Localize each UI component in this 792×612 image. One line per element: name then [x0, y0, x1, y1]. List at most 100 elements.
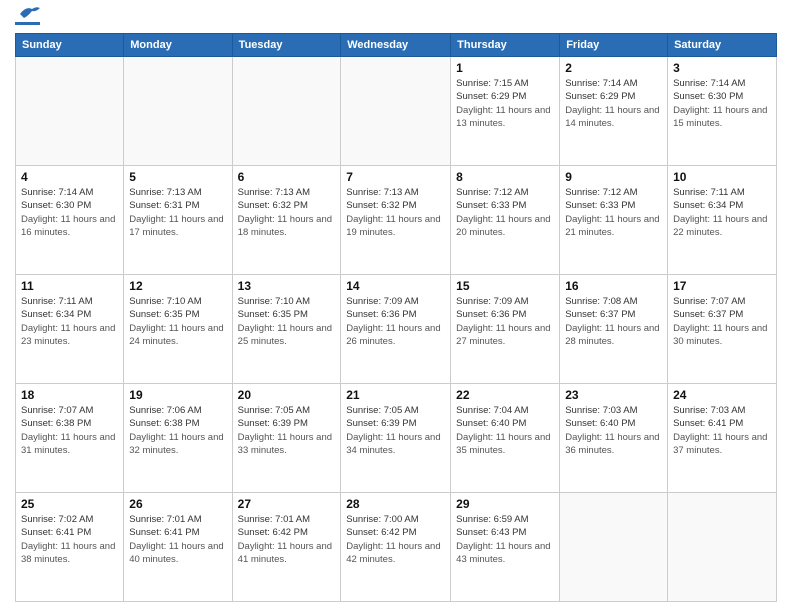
day-info: Sunrise: 7:10 AMSunset: 6:35 PMDaylight:… [238, 295, 336, 348]
daylight-label: Daylight: [346, 432, 383, 443]
sunset-label: Sunset: [456, 309, 488, 320]
day-number: 22 [456, 388, 554, 402]
day-number: 4 [21, 170, 118, 184]
sunrise-label: Sunrise: [456, 514, 491, 525]
calendar-cell: 24 Sunrise: 7:03 AMSunset: 6:41 PMDayligh… [668, 384, 777, 493]
daylight-label: Daylight: [565, 105, 602, 116]
daylight-label: Daylight: [129, 323, 166, 334]
day-info: Sunrise: 7:05 AMSunset: 6:39 PMDaylight:… [346, 404, 445, 457]
sunset-label: Sunset: [673, 91, 705, 102]
calendar-cell: 10Sunrise: 7:11 AMSunset: 6:34 PMDayligh… [668, 166, 777, 275]
column-header-saturday: Saturday [668, 34, 777, 57]
sunrise-label: Sunrise: [346, 296, 381, 307]
sunrise-label: Sunrise: [565, 187, 600, 198]
day-number: 18 [21, 388, 118, 402]
sunrise-label: Sunrise: [346, 187, 381, 198]
sunset-label: Sunset: [129, 527, 161, 538]
daylight-label: Daylight: [456, 541, 493, 552]
day-info: Sunrise: 7:03 AMSunset: 6:41 PMDaylight:… [673, 404, 771, 457]
day-info: Sunrise: 7:01 AMSunset: 6:42 PMDaylight:… [238, 513, 336, 566]
calendar-cell: 17Sunrise: 7:07 AMSunset: 6:37 PMDayligh… [668, 275, 777, 384]
day-info: Sunrise: 7:14 AMSunset: 6:30 PMDaylight:… [673, 77, 771, 130]
calendar-cell: 14Sunrise: 7:09 AMSunset: 6:36 PMDayligh… [341, 275, 451, 384]
day-number: 2 [565, 61, 662, 75]
sunset-label: Sunset: [21, 418, 53, 429]
day-number: 28 [346, 497, 445, 511]
day-info: Sunrise: 6:59 AMSunset: 6:43 PMDaylight:… [456, 513, 554, 566]
calendar-table: SundayMondayTuesdayWednesdayThursdayFrid… [15, 33, 777, 602]
day-info: Sunrise: 7:06 AMSunset: 6:38 PMDaylight:… [129, 404, 226, 457]
sunset-label: Sunset: [456, 527, 488, 538]
calendar-cell: 29Sunrise: 6:59 AMSunset: 6:43 PMDayligh… [451, 493, 560, 602]
daylight-label: Daylight: [238, 432, 275, 443]
day-number: 1 [456, 61, 554, 75]
calendar-cell: 22 Sunrise: 7:04 AMSunset: 6:40 PMDayligh… [451, 384, 560, 493]
sunrise-label: Sunrise: [129, 296, 164, 307]
sunrise-label: Sunrise: [238, 514, 273, 525]
calendar-cell: 28 Sunrise: 7:00 AMSunset: 6:42 PMDayligh… [341, 493, 451, 602]
day-info: Sunrise: 7:09 AMSunset: 6:36 PMDaylight:… [346, 295, 445, 348]
day-info: Sunrise: 7:10 AMSunset: 6:35 PMDaylight:… [129, 295, 226, 348]
daylight-label: Daylight: [673, 214, 710, 225]
day-info: Sunrise: 7:00 AMSunset: 6:42 PMDaylight:… [346, 513, 445, 566]
day-number: 8 [456, 170, 554, 184]
column-header-friday: Friday [560, 34, 668, 57]
sunrise-label: Sunrise: [456, 296, 491, 307]
day-number: 5 [129, 170, 226, 184]
day-info: Sunrise: 7:01 AMSunset: 6:41 PMDaylight:… [129, 513, 226, 566]
day-number: 26 [129, 497, 226, 511]
logo-bird-icon [18, 4, 40, 24]
sunrise-label: Sunrise: [238, 187, 273, 198]
sunset-label: Sunset: [456, 418, 488, 429]
sunset-label: Sunset: [346, 200, 378, 211]
day-number: 20 [238, 388, 336, 402]
daylight-label: Daylight: [673, 105, 710, 116]
day-info: Sunrise: 7:03 AMSunset: 6:40 PMDaylight:… [565, 404, 662, 457]
sunrise-label: Sunrise: [129, 405, 164, 416]
calendar-cell [124, 57, 232, 166]
calendar-cell: 9Sunrise: 7:12 AMSunset: 6:33 PMDaylight… [560, 166, 668, 275]
daylight-label: Daylight: [456, 432, 493, 443]
day-number: 13 [238, 279, 336, 293]
day-number: 12 [129, 279, 226, 293]
sunrise-label: Sunrise: [456, 405, 491, 416]
daylight-label: Daylight: [129, 432, 166, 443]
sunrise-label: Sunrise: [346, 405, 381, 416]
sunset-label: Sunset: [565, 91, 597, 102]
sunset-label: Sunset: [346, 309, 378, 320]
day-info: Sunrise: 7:11 AMSunset: 6:34 PMDaylight:… [21, 295, 118, 348]
daylight-label: Daylight: [346, 214, 383, 225]
day-number: 9 [565, 170, 662, 184]
sunrise-label: Sunrise: [673, 187, 708, 198]
daylight-label: Daylight: [238, 541, 275, 552]
day-number: 3 [673, 61, 771, 75]
calendar-cell: 2Sunrise: 7:14 AMSunset: 6:29 PMDaylight… [560, 57, 668, 166]
sunrise-label: Sunrise: [565, 296, 600, 307]
calendar-cell: 18Sunrise: 7:07 AMSunset: 6:38 PMDayligh… [16, 384, 124, 493]
sunset-label: Sunset: [346, 418, 378, 429]
calendar-week-row: 25Sunrise: 7:02 AMSunset: 6:41 PMDayligh… [16, 493, 777, 602]
column-header-tuesday: Tuesday [232, 34, 341, 57]
sunset-label: Sunset: [673, 309, 705, 320]
day-number: 24 [673, 388, 771, 402]
sunset-label: Sunset: [565, 418, 597, 429]
calendar-header-row: SundayMondayTuesdayWednesdayThursdayFrid… [16, 34, 777, 57]
sunset-label: Sunset: [21, 200, 53, 211]
day-info: Sunrise: 7:04 AMSunset: 6:40 PMDaylight:… [456, 404, 554, 457]
day-info: Sunrise: 7:13 AMSunset: 6:32 PMDaylight:… [238, 186, 336, 239]
sunrise-label: Sunrise: [21, 187, 56, 198]
header [15, 10, 777, 25]
day-info: Sunrise: 7:11 AMSunset: 6:34 PMDaylight:… [673, 186, 771, 239]
daylight-label: Daylight: [238, 214, 275, 225]
sunset-label: Sunset: [21, 309, 53, 320]
sunrise-label: Sunrise: [673, 78, 708, 89]
column-header-monday: Monday [124, 34, 232, 57]
daylight-label: Daylight: [673, 323, 710, 334]
day-number: 6 [238, 170, 336, 184]
calendar-cell: 25Sunrise: 7:02 AMSunset: 6:41 PMDayligh… [16, 493, 124, 602]
calendar-cell [560, 493, 668, 602]
day-number: 27 [238, 497, 336, 511]
sunrise-label: Sunrise: [456, 187, 491, 198]
calendar-cell: 19Sunrise: 7:06 AMSunset: 6:38 PMDayligh… [124, 384, 232, 493]
sunrise-label: Sunrise: [456, 78, 491, 89]
